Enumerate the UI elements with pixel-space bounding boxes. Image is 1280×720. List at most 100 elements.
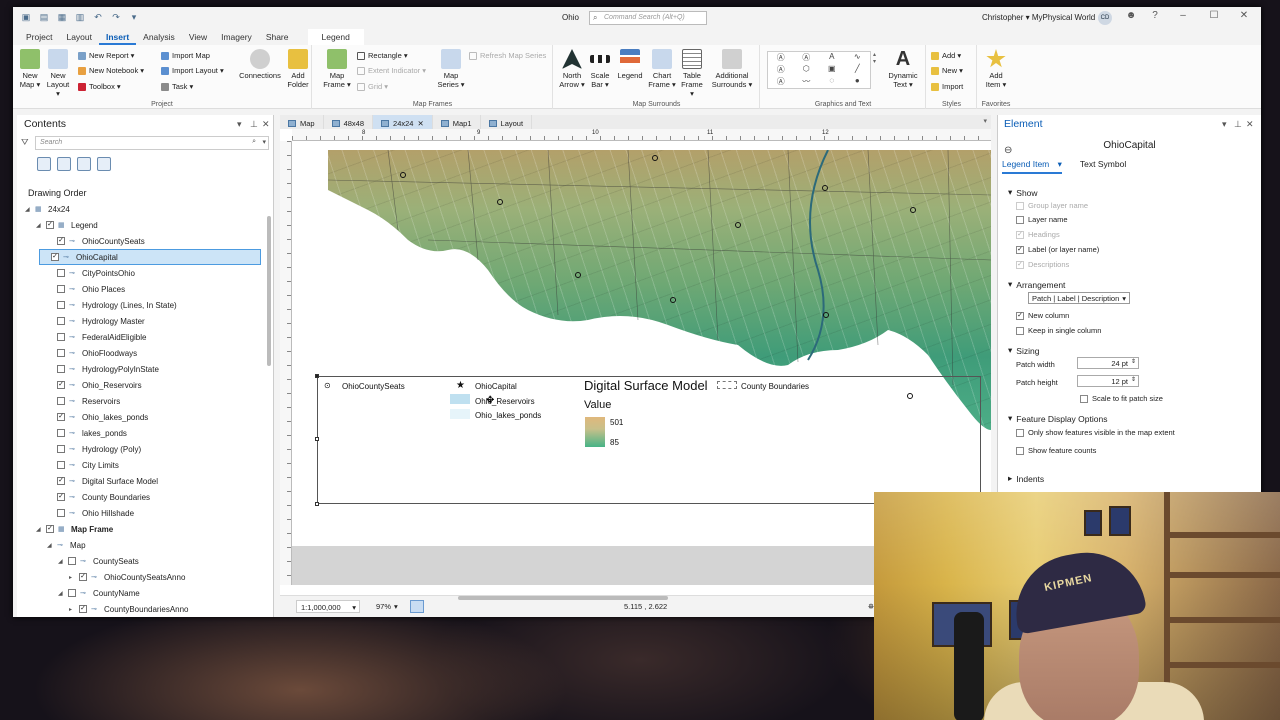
- user-account[interactable]: Christopher ▾ MyPhysical World: [982, 13, 1095, 22]
- text-icon[interactable]: Ⓐ: [768, 52, 794, 64]
- scroll-thumb[interactable]: [267, 216, 271, 366]
- layer-tree-item[interactable]: ⊸ Hydrology (Poly): [17, 441, 261, 457]
- redo-icon[interactable]: ↷: [111, 12, 121, 22]
- layer-tree-item[interactable]: ⊸ Hydrology (Lines, In State): [17, 297, 261, 313]
- notification-icon[interactable]: ☻: [1123, 10, 1139, 21]
- pin-icon[interactable]: ⊥: [250, 119, 258, 130]
- expand-toggle-icon[interactable]: ◢: [25, 206, 33, 213]
- text-outline-icon[interactable]: Ⓐ: [794, 52, 820, 64]
- save-icon[interactable]: ▥: [75, 12, 85, 22]
- visibility-checkbox-checked[interactable]: ✓: [57, 413, 65, 421]
- view-tab-layout[interactable]: Layout: [481, 115, 533, 129]
- visibility-checkbox-checked[interactable]: ✓: [57, 493, 65, 501]
- north-arrow-button[interactable]: North Arrow ▾: [559, 49, 585, 89]
- layer-tree-item[interactable]: ◢ ✓ ▦ Map Frame: [17, 521, 261, 537]
- visibility-checkbox[interactable]: [57, 365, 65, 373]
- spinner-icon[interactable]: ⇕: [1131, 358, 1136, 365]
- checkbox-checked[interactable]: ✓: [1016, 245, 1024, 254]
- pane-options-icon[interactable]: ▾: [1222, 119, 1227, 130]
- circle-text-icon[interactable]: Ⓐ: [768, 76, 794, 88]
- text-icon-large[interactable]: A: [819, 52, 845, 64]
- visibility-checkbox[interactable]: [68, 589, 76, 597]
- layer-tree-item[interactable]: ⊸ City Limits: [17, 457, 261, 473]
- freehand-icon[interactable]: 〰: [794, 76, 820, 88]
- search-options-icon[interactable]: ▾: [262, 138, 266, 146]
- layer-tree-item[interactable]: ⊸ Ohio Places: [17, 281, 261, 297]
- help-icon[interactable]: ?: [1147, 10, 1163, 21]
- list-by-drawing-order-icon[interactable]: [37, 157, 51, 171]
- show-feature-counts-option[interactable]: Show feature counts: [1016, 446, 1096, 455]
- open-icon[interactable]: ▦: [57, 12, 67, 22]
- layer-tree-item[interactable]: ⊸ FederalAidEligible: [17, 329, 261, 345]
- horizontal-scrollbar[interactable]: [458, 596, 668, 600]
- checkbox-checked[interactable]: ✓: [1016, 311, 1024, 320]
- pane-options-icon[interactable]: ▾: [237, 119, 242, 130]
- expand-toggle-icon[interactable]: ◢: [36, 526, 44, 533]
- visibility-checkbox[interactable]: [57, 285, 65, 293]
- view-tab-map1[interactable]: Map1: [433, 115, 481, 129]
- layer-tree-item[interactable]: ⊸ OhioFloodways: [17, 345, 261, 361]
- visibility-checkbox[interactable]: [57, 429, 65, 437]
- view-tabs-menu-icon[interactable]: ▾: [983, 117, 987, 125]
- additional-surrounds-button[interactable]: Additional Surrounds ▾: [709, 49, 755, 89]
- visibility-checkbox[interactable]: [57, 509, 65, 517]
- chart-frame-button[interactable]: Chart Frame ▾: [648, 49, 676, 89]
- arrangement-dropdown[interactable]: Patch | Label | Description ▾: [1028, 292, 1130, 304]
- image-icon[interactable]: ▣: [819, 64, 845, 76]
- graphics-gallery[interactable]: Ⓐ Ⓐ A ∿ Ⓐ ⬡ ▣ ╱ Ⓐ 〰 ◌ ●: [767, 51, 871, 89]
- connections-button[interactable]: Connections: [237, 49, 283, 80]
- expand-toggle-icon[interactable]: ◢: [47, 542, 55, 549]
- layer-tree-item[interactable]: ◢ ✓ ▦ Legend: [17, 217, 261, 233]
- undo-icon[interactable]: ↶: [93, 12, 103, 22]
- tab-legend[interactable]: Legend: [307, 29, 364, 45]
- visibility-checkbox[interactable]: [57, 397, 65, 405]
- import-map-button[interactable]: Import Map: [161, 51, 210, 60]
- layer-tree-item[interactable]: ⊸ lakes_ponds: [17, 425, 261, 441]
- layer-tree-item[interactable]: ⊸ CityPointsOhio: [17, 265, 261, 281]
- arrangement-section[interactable]: ▾ Arrangement: [1008, 279, 1065, 290]
- contents-scrollbar[interactable]: [265, 211, 273, 611]
- layer-tree-item[interactable]: ⊸ Ohio Hillshade: [17, 505, 261, 521]
- layer-tree-item[interactable]: ⊸ HydrologyPolyInState: [17, 361, 261, 377]
- zoom-level[interactable]: 97% ▾: [372, 600, 402, 613]
- avatar[interactable]: CD: [1098, 11, 1112, 25]
- layer-tree-item[interactable]: ◢ ⊸ Map: [17, 537, 261, 553]
- visibility-checkbox-checked[interactable]: ✓: [57, 381, 65, 389]
- layer-tree-item[interactable]: ✓ ⊸ Ohio_lakes_ponds: [17, 409, 261, 425]
- point-icon[interactable]: ●: [845, 76, 871, 88]
- fixed-zoom-icon[interactable]: [410, 600, 424, 613]
- import-layout-button[interactable]: Import Layout ▾: [161, 66, 224, 75]
- import-style-button[interactable]: Import: [931, 82, 963, 91]
- add-item-button[interactable]: Add Item ▾: [982, 49, 1010, 89]
- visibility-checkbox[interactable]: [57, 301, 65, 309]
- tab-insert[interactable]: Insert: [99, 29, 137, 45]
- scale-input[interactable]: 1:1,000,000 ▾: [296, 600, 360, 613]
- gallery-scroll[interactable]: ▴ ▾: [873, 51, 876, 65]
- checkbox[interactable]: [1016, 446, 1024, 455]
- curved-text-icon[interactable]: ∿: [845, 52, 871, 64]
- keep-single-column-option[interactable]: Keep in single column: [1016, 326, 1101, 335]
- layer-tree-item[interactable]: ⊸ Reservoirs: [17, 393, 261, 409]
- task-button[interactable]: Task ▾: [161, 82, 193, 91]
- expand-toggle-icon[interactable]: ▸: [69, 606, 77, 613]
- lasso-icon[interactable]: ◌: [819, 76, 845, 88]
- layer-tree-item[interactable]: ▸ ✓ ⊸ OhioCountySeatsAnno: [17, 569, 261, 585]
- tab-text-symbol[interactable]: Text Symbol: [1080, 159, 1126, 174]
- list-by-source-icon[interactable]: [57, 157, 71, 171]
- layer-tree-item[interactable]: ⊸ Hydrology Master: [17, 313, 261, 329]
- layer-name-option[interactable]: Layer name: [1016, 215, 1068, 224]
- pin-icon[interactable]: ⊥: [1234, 119, 1242, 130]
- layer-tree-item[interactable]: ✓ ⊸ County Boundaries: [17, 489, 261, 505]
- tab-project[interactable]: Project: [19, 29, 59, 45]
- close-icon[interactable]: ✕: [1236, 10, 1252, 21]
- indents-section[interactable]: ▸ Indents: [1008, 473, 1044, 484]
- list-by-selection-icon[interactable]: [77, 157, 91, 171]
- visibility-checkbox-checked[interactable]: ✓: [57, 237, 65, 245]
- visibility-checkbox[interactable]: [57, 333, 65, 341]
- expand-toggle-icon[interactable]: ◢: [58, 590, 66, 597]
- customize-qat-icon[interactable]: ▾: [129, 12, 139, 22]
- maximize-icon[interactable]: ☐: [1206, 10, 1222, 21]
- legend-element[interactable]: ⊙ OhioCountySeats ★ OhioCapital Ohio_Res…: [315, 374, 981, 506]
- new-layout-button[interactable]: New Layout ▾: [45, 49, 71, 98]
- visibility-checkbox-checked[interactable]: ✓: [57, 477, 65, 485]
